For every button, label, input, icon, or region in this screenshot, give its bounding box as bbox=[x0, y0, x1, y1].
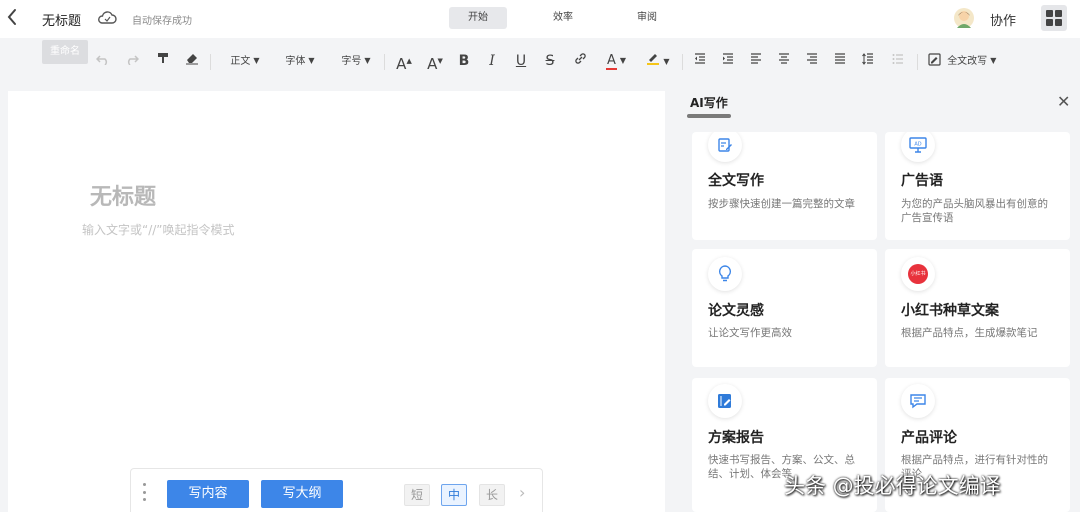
font-size-label: 字号 bbox=[341, 56, 362, 67]
chat-bubble-icon bbox=[901, 384, 935, 418]
redo-icon[interactable] bbox=[124, 51, 140, 71]
length-long-option[interactable]: 长 bbox=[479, 484, 505, 506]
shrink-font-label: A bbox=[427, 55, 438, 73]
write-content-button[interactable]: 写内容 bbox=[167, 480, 249, 508]
font-family-label: 字体 bbox=[285, 56, 306, 67]
align-left-icon[interactable] bbox=[748, 51, 764, 71]
tab-efficiency[interactable]: 效率 bbox=[535, 7, 591, 29]
grow-font-button[interactable]: A▲ bbox=[395, 51, 413, 73]
italic-button[interactable]: I bbox=[484, 51, 500, 71]
edit-document-icon bbox=[708, 132, 742, 162]
card-desc: 根据产品特点，生成爆款笔记 bbox=[901, 327, 1038, 339]
drag-handle-icon[interactable] bbox=[141, 483, 147, 501]
card-desc: 为您的产品头脑风暴出有创意的广告宣传语 bbox=[901, 198, 1048, 224]
panel-title: AI写作 bbox=[690, 96, 728, 110]
rewrite-icon bbox=[928, 53, 941, 66]
xiaohongshu-logo-text: 小红书 bbox=[908, 264, 928, 284]
divider bbox=[682, 54, 683, 70]
caret-down-icon: ▼ bbox=[253, 56, 260, 65]
eraser-icon[interactable] bbox=[184, 51, 200, 71]
card-thesis-inspiration[interactable]: 论文灵感 让论文写作更高效 bbox=[692, 249, 877, 367]
watermark-text: 头条 @投必得论文编译 bbox=[784, 474, 1001, 498]
chevron-right-icon[interactable]: › bbox=[519, 483, 525, 502]
caret-down-icon: ▼ bbox=[364, 56, 371, 65]
card-title: 全文写作 bbox=[708, 173, 764, 189]
indent-decrease-icon[interactable] bbox=[692, 51, 708, 71]
font-color-button[interactable]: A ▼ bbox=[603, 51, 629, 71]
top-header: 无标题 自动保存成功 开始 效率 审阅 协作 bbox=[0, 0, 1080, 38]
underline-button[interactable]: U bbox=[513, 51, 529, 71]
tab-start[interactable]: 开始 bbox=[449, 7, 507, 29]
card-full-article[interactable]: 全文写作 按步骤快速创建一篇完整的文章 bbox=[692, 132, 877, 240]
card-desc: 按步骤快速创建一篇完整的文章 bbox=[708, 198, 855, 210]
grow-font-label: A bbox=[396, 55, 407, 73]
back-icon[interactable] bbox=[6, 8, 22, 28]
length-short-option[interactable]: 短 bbox=[404, 484, 430, 506]
font-color-label: A bbox=[605, 53, 617, 70]
avatar[interactable] bbox=[953, 7, 975, 29]
body-placeholder[interactable]: 输入文字或“//”唤起指令模式 bbox=[82, 221, 235, 238]
caret-down-icon: ▼ bbox=[619, 56, 627, 65]
rewrite-all-button[interactable]: 全文改写 ▼ bbox=[928, 51, 1000, 71]
divider bbox=[210, 54, 211, 70]
xiaohongshu-logo-icon: 小红书 bbox=[901, 257, 935, 291]
format-painter-icon[interactable] bbox=[155, 51, 171, 71]
card-title: 论文灵感 bbox=[708, 303, 764, 319]
shrink-font-button[interactable]: A▼ bbox=[426, 51, 444, 73]
write-outline-button[interactable]: 写大纲 bbox=[261, 480, 343, 508]
card-title: 方案报告 bbox=[708, 430, 764, 446]
link-icon[interactable] bbox=[572, 51, 588, 71]
editor-canvas[interactable]: 无标题 输入文字或“//”唤起指令模式 bbox=[8, 91, 665, 512]
document-title[interactable]: 无标题 bbox=[42, 10, 81, 29]
indent-increase-icon[interactable] bbox=[720, 51, 736, 71]
tab-review[interactable]: 审阅 bbox=[619, 7, 675, 29]
grid-apps-icon[interactable] bbox=[1041, 5, 1067, 31]
bold-button[interactable]: B bbox=[456, 51, 472, 71]
format-toolbar: 正文 ▼ 字体 ▼ 字号 ▼ A▲ A▼ B I U S A ▼ ▼ 全文改写 … bbox=[0, 40, 1080, 82]
doc-title-placeholder[interactable]: 无标题 bbox=[90, 179, 156, 211]
cloud-icon bbox=[97, 10, 117, 26]
length-medium-option[interactable]: 中 bbox=[441, 484, 467, 506]
strikethrough-button[interactable]: S bbox=[542, 51, 558, 71]
caret-down-icon: ▼ bbox=[663, 57, 670, 66]
caret-down-icon: ▼ bbox=[308, 56, 315, 65]
divider bbox=[384, 54, 385, 70]
highlighter-icon bbox=[647, 54, 660, 65]
paragraph-style-select[interactable]: 正文 ▼ bbox=[226, 51, 264, 71]
align-right-icon[interactable] bbox=[804, 51, 820, 71]
collaborate-button[interactable]: 协作 bbox=[990, 10, 1016, 29]
line-spacing-icon[interactable] bbox=[860, 51, 876, 71]
card-title: 产品评论 bbox=[901, 430, 957, 446]
caret-down-icon: ▼ bbox=[990, 56, 997, 65]
card-title: 广告语 bbox=[901, 173, 943, 189]
panel-tab-indicator bbox=[687, 114, 731, 118]
notebook-pen-icon bbox=[708, 384, 742, 418]
undo-icon[interactable] bbox=[95, 51, 111, 71]
ai-write-bar: 写内容 写大纲 短 中 长 › bbox=[130, 468, 543, 512]
ad-screen-icon: AD bbox=[901, 132, 935, 162]
font-size-select[interactable]: 字号 ▼ bbox=[336, 51, 376, 71]
card-desc: 让论文写作更高效 bbox=[708, 327, 792, 339]
svg-text:AD: AD bbox=[914, 142, 921, 148]
divider bbox=[917, 54, 918, 70]
paragraph-style-label: 正文 bbox=[230, 56, 251, 67]
card-xiaohongshu[interactable]: 小红书 小红书种草文案 根据产品特点，生成爆款笔记 bbox=[885, 249, 1070, 367]
highlight-button[interactable]: ▼ bbox=[645, 51, 671, 71]
rewrite-label: 全文改写 bbox=[947, 56, 988, 67]
numbered-list-icon[interactable] bbox=[890, 51, 906, 71]
close-icon[interactable]: ✕ bbox=[1057, 94, 1070, 110]
ai-writing-panel: AI写作 ✕ 全文写作 按步骤快速创建一篇完整的文章 AD 广告语 为您的产品头… bbox=[673, 82, 1080, 512]
font-family-select[interactable]: 字体 ▼ bbox=[280, 51, 320, 71]
align-center-icon[interactable] bbox=[776, 51, 792, 71]
rename-tooltip: 重命名 bbox=[42, 40, 88, 64]
card-title: 小红书种草文案 bbox=[901, 303, 999, 319]
autosave-status: 自动保存成功 bbox=[132, 16, 192, 27]
align-justify-icon[interactable] bbox=[832, 51, 848, 71]
card-slogan[interactable]: AD 广告语 为您的产品头脑风暴出有创意的广告宣传语 bbox=[885, 132, 1070, 240]
lightbulb-icon bbox=[708, 257, 742, 291]
